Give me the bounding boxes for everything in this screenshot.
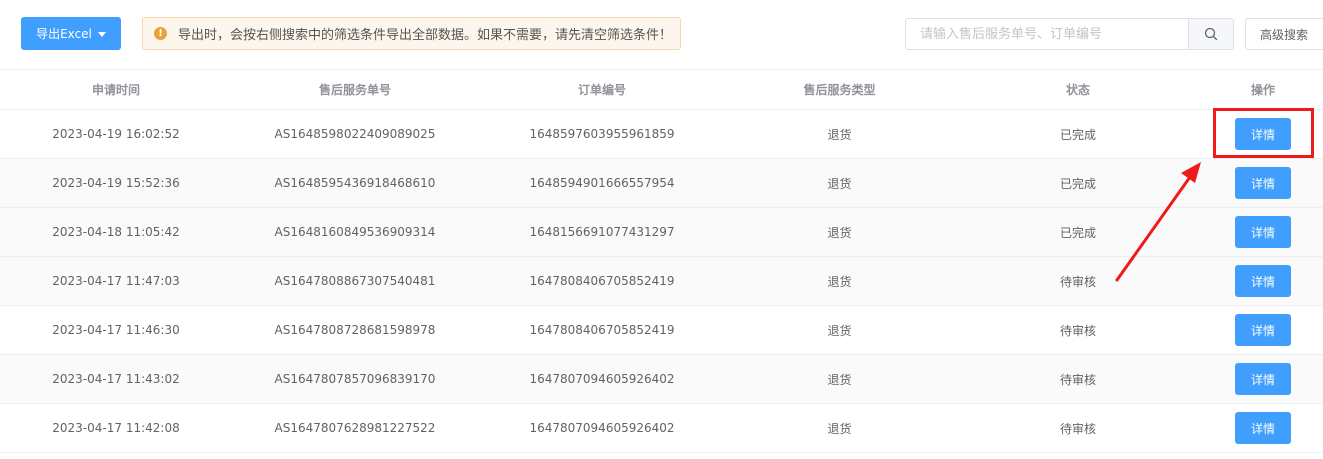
header-action: 操作 xyxy=(1250,83,1275,97)
alert-text: 导出时，会按右侧搜索中的筛选条件导出全部数据。如果不需要，请先清空筛选条件！ xyxy=(178,28,673,43)
cell-action: 详情 xyxy=(1203,404,1323,452)
search-icon xyxy=(1204,27,1218,41)
header-service-no: 售后服务单号 xyxy=(318,83,391,97)
cell-service-no: AS1648160849536909314 xyxy=(274,225,436,239)
after-sales-table: 申请时间 售后服务单号 订单编号 售后服务类型 状态 操作 2023-04-19… xyxy=(0,69,1323,453)
table-row: 2023-04-17 11:46:30 AS164780872868159897… xyxy=(0,306,1323,355)
detail-button[interactable]: 详情 xyxy=(1235,167,1291,199)
cell-service-type: 退货 xyxy=(827,225,852,240)
cell-status: 已完成 xyxy=(1059,176,1096,191)
cell-apply-time: 2023-04-19 16:02:52 xyxy=(52,127,180,141)
header-apply-time: 申请时间 xyxy=(91,83,140,97)
cell-action: 详情 xyxy=(1203,306,1323,354)
cell-action: 详情 xyxy=(1203,257,1323,305)
cell-service-no: AS1648595436918468610 xyxy=(274,176,436,190)
caret-down-icon xyxy=(97,31,106,37)
cell-service-type: 退货 xyxy=(827,372,852,387)
cell-order-no: 1648594901666557954 xyxy=(529,176,675,190)
search-button[interactable] xyxy=(1188,19,1233,49)
cell-service-type: 退货 xyxy=(827,323,852,338)
header-service-type: 售后服务类型 xyxy=(803,83,876,97)
cell-order-no: 1647807094605926402 xyxy=(529,372,675,386)
table-row: 2023-04-18 11:05:42 AS164816084953690931… xyxy=(0,208,1323,257)
detail-button[interactable]: 详情 xyxy=(1235,216,1291,248)
warning-icon: ! xyxy=(154,27,167,40)
header-status: 状态 xyxy=(1065,83,1090,97)
cell-status: 待审核 xyxy=(1059,323,1096,338)
cell-service-type: 退货 xyxy=(827,274,852,289)
cell-service-no: AS1647807628981227522 xyxy=(274,421,436,435)
table-row: 2023-04-17 11:47:03 AS164780886730754048… xyxy=(0,257,1323,306)
cell-order-no: 1648156691077431297 xyxy=(529,225,675,239)
cell-order-no: 1647808406705852419 xyxy=(529,323,675,337)
table-row: 2023-04-19 15:52:36 AS164859543691846861… xyxy=(0,159,1323,208)
table-row: 2023-04-17 11:43:02 AS164780785709683917… xyxy=(0,355,1323,404)
detail-button[interactable]: 详情 xyxy=(1235,118,1291,150)
cell-action: 详情 xyxy=(1203,208,1323,256)
advanced-search-button[interactable]: 高级搜索 xyxy=(1245,18,1323,50)
cell-apply-time: 2023-04-17 11:43:02 xyxy=(52,372,180,386)
cell-action: 详情 xyxy=(1203,159,1323,207)
cell-status: 待审核 xyxy=(1059,421,1096,436)
export-excel-label: 导出Excel xyxy=(36,27,92,41)
cell-apply-time: 2023-04-17 11:42:08 xyxy=(52,421,180,435)
table-row: 2023-04-17 11:42:08 AS164780762898122752… xyxy=(0,404,1323,453)
cell-service-type: 退货 xyxy=(827,421,852,436)
toolbar: 导出Excel ! 导出时，会按右侧搜索中的筛选条件导出全部数据。如果不需要，请… xyxy=(0,0,1323,70)
cell-apply-time: 2023-04-17 11:47:03 xyxy=(52,274,180,288)
cell-service-no: AS1647808728681598978 xyxy=(274,323,436,337)
detail-button[interactable]: 详情 xyxy=(1235,363,1291,395)
detail-button[interactable]: 详情 xyxy=(1235,265,1291,297)
cell-order-no: 1647807094605926402 xyxy=(529,421,675,435)
cell-status: 待审核 xyxy=(1059,372,1096,387)
cell-service-no: AS1648598022409089025 xyxy=(274,127,436,141)
detail-button[interactable]: 详情 xyxy=(1235,314,1291,346)
cell-apply-time: 2023-04-19 15:52:36 xyxy=(52,176,180,190)
search-box xyxy=(905,18,1234,50)
cell-service-type: 退货 xyxy=(827,176,852,191)
cell-service-type: 退货 xyxy=(827,127,852,142)
cell-action: 详情 xyxy=(1203,355,1323,403)
cell-apply-time: 2023-04-18 11:05:42 xyxy=(52,225,180,239)
cell-service-no: AS1647807857096839170 xyxy=(274,372,436,386)
cell-status: 已完成 xyxy=(1059,127,1096,142)
cell-status: 已完成 xyxy=(1059,225,1096,240)
cell-status: 待审核 xyxy=(1059,274,1096,289)
cell-action: 详情 xyxy=(1203,110,1323,158)
table-row: 2023-04-19 16:02:52 AS164859802240908902… xyxy=(0,110,1323,159)
export-alert: ! 导出时，会按右侧搜索中的筛选条件导出全部数据。如果不需要，请先清空筛选条件！ xyxy=(142,17,681,50)
header-order-no: 订单编号 xyxy=(577,83,626,97)
detail-button[interactable]: 详情 xyxy=(1235,412,1291,444)
cell-order-no: 1648597603955961859 xyxy=(529,127,675,141)
cell-apply-time: 2023-04-17 11:46:30 xyxy=(52,323,180,337)
page: 导出Excel ! 导出时，会按右侧搜索中的筛选条件导出全部数据。如果不需要，请… xyxy=(0,0,1323,459)
export-excel-button[interactable]: 导出Excel xyxy=(21,17,121,50)
search-input[interactable] xyxy=(906,19,1188,49)
cell-service-no: AS1647808867307540481 xyxy=(274,274,436,288)
cell-order-no: 1647808406705852419 xyxy=(529,274,675,288)
table-header: 申请时间 售后服务单号 订单编号 售后服务类型 状态 操作 xyxy=(0,70,1323,110)
